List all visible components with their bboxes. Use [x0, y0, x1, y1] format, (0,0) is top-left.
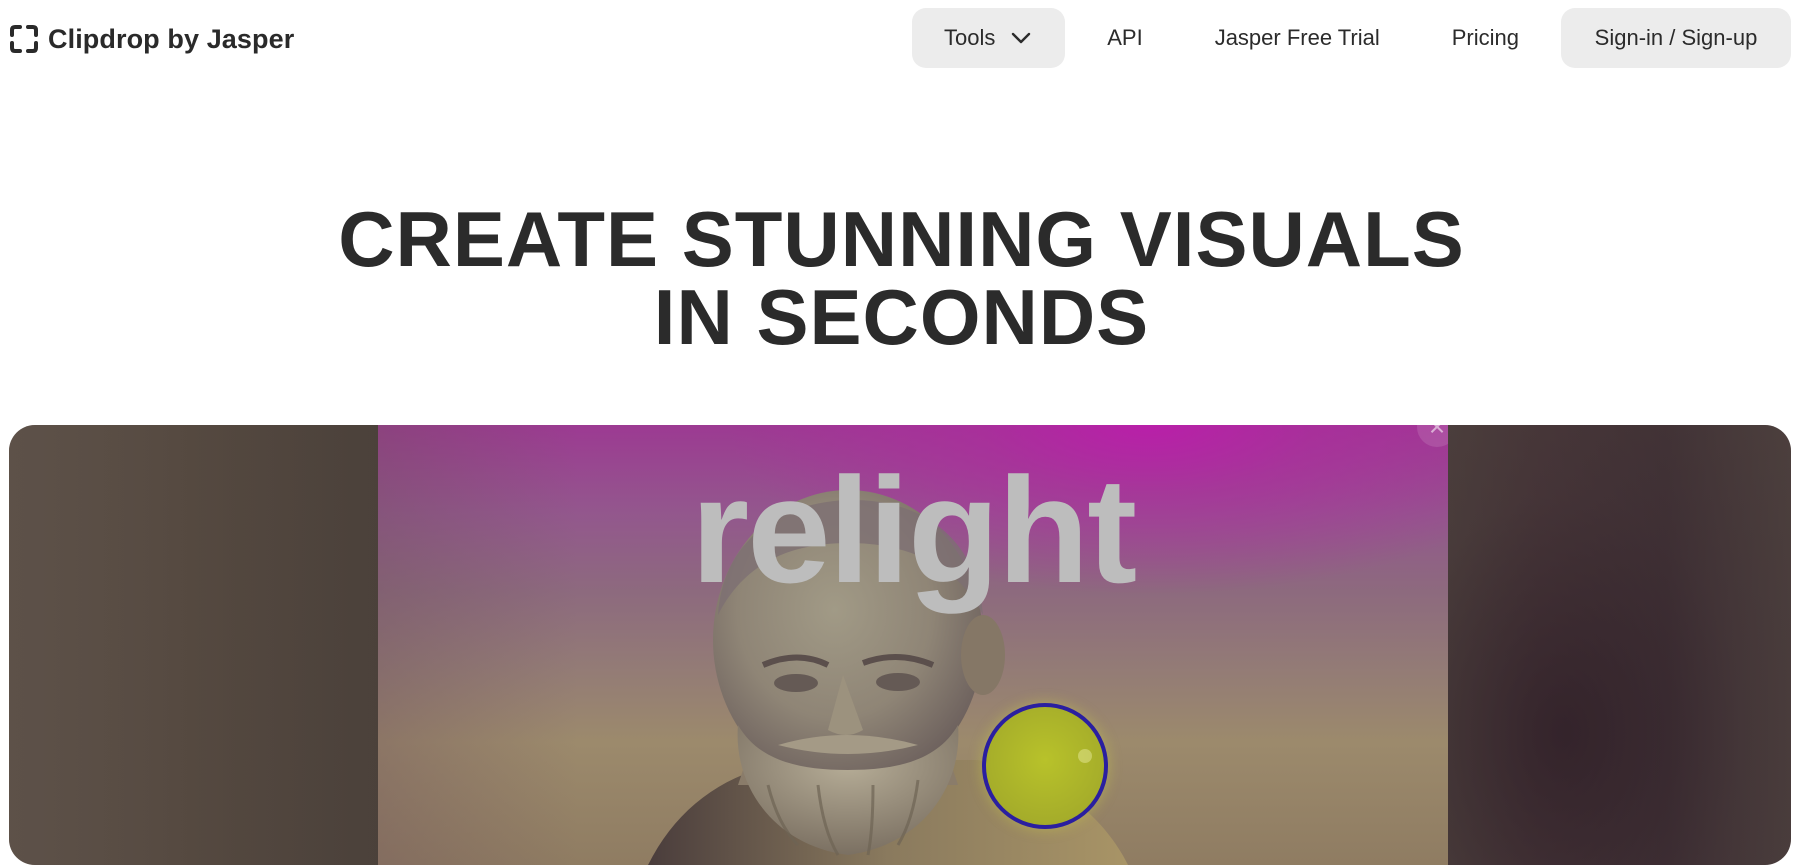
relight-demo-stage: relight ×	[378, 425, 1448, 865]
brand-logo[interactable]: Clipdrop by Jasper	[8, 22, 294, 56]
clipdrop-bracket-icon	[10, 25, 38, 53]
light-source-handle[interactable]	[982, 703, 1108, 829]
nav-link-jasper-free-trial[interactable]: Jasper Free Trial	[1215, 25, 1380, 51]
hero-title-line-1: CREATE STUNNING VISUALS	[338, 195, 1465, 283]
chevron-down-icon	[1012, 32, 1031, 44]
tools-dropdown-button[interactable]: Tools	[912, 8, 1066, 68]
light-glint	[1078, 749, 1092, 763]
page-title: CREATE STUNNING VISUALS IN SECONDS	[0, 200, 1803, 356]
demo-video-panel: relight ×	[9, 425, 1791, 865]
panel-side-left	[9, 425, 378, 865]
sign-in-button[interactable]: Sign-in / Sign-up	[1561, 8, 1791, 68]
brand-name: Clipdrop by Jasper	[48, 23, 295, 54]
nav-link-api[interactable]: API	[1107, 25, 1142, 51]
tools-label: Tools	[944, 25, 996, 50]
nav-link-pricing[interactable]: Pricing	[1452, 25, 1519, 51]
main-nav: Tools API Jasper Free Trial Pricing Sign…	[912, 8, 1791, 68]
hero-title-line-2: IN SECONDS	[653, 273, 1150, 361]
relight-tool-title: relight	[690, 446, 1137, 614]
panel-side-right	[1441, 425, 1791, 865]
site-header: Clipdrop by Jasper Tools API Jasper Free…	[0, 0, 1803, 78]
